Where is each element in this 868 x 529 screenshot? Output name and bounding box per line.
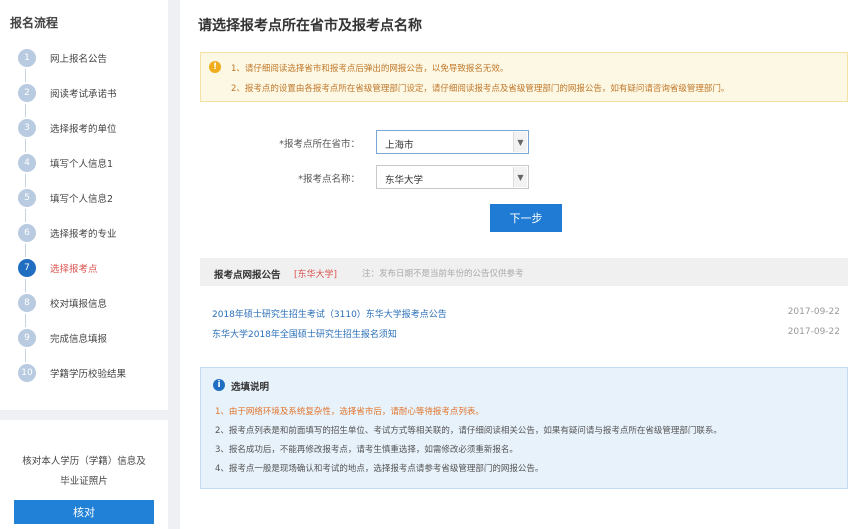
step-label: 阅读考试承诺书 bbox=[50, 88, 117, 100]
step-label: 校对填报信息 bbox=[50, 298, 108, 310]
step-label: 填写个人信息2 bbox=[50, 193, 114, 205]
step-number: 10 bbox=[16, 361, 38, 384]
site-label: *报考点名称： bbox=[298, 174, 360, 185]
step-number: 3 bbox=[16, 116, 38, 139]
step-number: 1 bbox=[16, 46, 38, 69]
step-number: 9 bbox=[16, 326, 38, 349]
notice-box: ! 1、请仔细阅读选择省市和报考点后弹出的网报公告，以免导致报名无效。 2、报考… bbox=[200, 52, 848, 102]
step-item-6[interactable]: 6 选择报考的专业 bbox=[0, 215, 168, 250]
verify-panel: 核对本人学历（学籍）信息及 毕业证照片 核对 bbox=[0, 420, 168, 529]
instruction-line-3: 3、报名成功后，不能再修改报考点，请考生慎重选择，如需修改必须重新报名。 bbox=[215, 445, 518, 455]
announcement-note: 注：发布日期不是当前年份的公告仅供参考 bbox=[362, 269, 524, 279]
main-content: 请选择报考点所在省市及报考点名称 ! 1、请仔细阅读选择省市和报考点后弹出的网报… bbox=[180, 0, 868, 529]
page-title: 请选择报考点所在省市及报考点名称 bbox=[198, 18, 422, 34]
notice-line-1: 1、请仔细阅读选择省市和报考点后弹出的网报公告，以免导致报名无效。 bbox=[231, 64, 509, 74]
site-select-value: 东华大学 bbox=[385, 175, 424, 186]
step-item-4[interactable]: 4 填写个人信息1 bbox=[0, 145, 168, 180]
notice-line-2: 2、报考点的设置由各报考点所在省级管理部门设定，请仔细阅读报考点及省级管理部门的… bbox=[231, 84, 730, 94]
step-number: 8 bbox=[16, 291, 38, 314]
announcement-link[interactable]: 2018年硕士研究生招生考试（3110）东华大学报考点公告 bbox=[212, 307, 447, 320]
announcement-date: 2017-09-22 bbox=[787, 327, 840, 337]
province-select-value: 上海市 bbox=[385, 140, 414, 151]
instruction-line-1: 1、由于网络环境及系统复杂性，选择省市后，请耐心等待报考点列表。 bbox=[215, 407, 484, 417]
verify-text-line-2: 毕业证照片 bbox=[60, 476, 108, 487]
announcement-header: 报考点网报公告 [东华大学] 注：发布日期不是当前年份的公告仅供参考 bbox=[200, 258, 848, 286]
steps-panel: 报名流程 1 网上报名公告 2 阅读考试承诺书 3 选择报考的单位 4 填写个人… bbox=[0, 0, 168, 410]
announcement-link[interactable]: 东华大学2018年全国硕士研究生招生报名须知 bbox=[212, 327, 397, 340]
step-item-2[interactable]: 2 阅读考试承诺书 bbox=[0, 75, 168, 110]
step-item-3[interactable]: 3 选择报考的单位 bbox=[0, 110, 168, 145]
step-number: 2 bbox=[16, 81, 38, 104]
step-label: 学籍学历校验结果 bbox=[50, 368, 127, 380]
sidebar-title: 报名流程 bbox=[10, 16, 59, 30]
announcement-row: 2018年硕士研究生招生考试（3110）东华大学报考点公告 2017-09-22 bbox=[212, 307, 840, 321]
instruction-line-2: 2、报考点列表是和前面填写的招生单位、考试方式等相关联的，请仔细阅读相关公告，如… bbox=[215, 426, 722, 436]
step-number-active: 7 bbox=[16, 256, 38, 279]
step-item-9[interactable]: 9 完成信息填报 bbox=[0, 320, 168, 355]
instructions-box: i 选填说明 1、由于网络环境及系统复杂性，选择省市后，请耐心等待报考点列表。 … bbox=[200, 367, 848, 489]
announcement-site-tag: [东华大学] bbox=[294, 270, 338, 280]
step-label: 填写个人信息1 bbox=[50, 158, 114, 170]
step-number: 6 bbox=[16, 221, 38, 244]
step-number: 5 bbox=[16, 186, 38, 209]
announcement-date: 2017-09-22 bbox=[787, 307, 840, 317]
instructions-title: 选填说明 bbox=[231, 382, 270, 393]
step-label: 网上报名公告 bbox=[50, 53, 108, 65]
step-label: 完成信息填报 bbox=[50, 333, 108, 345]
step-item-7-active[interactable]: 7 选择报考点 bbox=[0, 250, 168, 285]
step-list: 1 网上报名公告 2 阅读考试承诺书 3 选择报考的单位 4 填写个人信息1 5… bbox=[0, 40, 168, 390]
verify-text-line-1: 核对本人学历（学籍）信息及 bbox=[22, 456, 146, 467]
step-label: 选择报考的专业 bbox=[50, 228, 117, 240]
verify-description: 核对本人学历（学籍）信息及 毕业证照片 bbox=[14, 452, 154, 492]
announcement-row: 东华大学2018年全国硕士研究生招生报名须知 2017-09-22 bbox=[212, 327, 840, 341]
warning-icon: ! bbox=[209, 61, 221, 73]
chevron-down-icon: ▼ bbox=[513, 132, 527, 152]
instruction-line-4: 4、报考点一般是现场确认和考试的地点，选择报考点请参考省级管理部门的网报公告。 bbox=[215, 464, 544, 474]
sidebar: 报名流程 1 网上报名公告 2 阅读考试承诺书 3 选择报考的单位 4 填写个人… bbox=[0, 0, 168, 529]
next-step-button[interactable]: 下一步 bbox=[490, 204, 562, 232]
info-icon: i bbox=[213, 379, 225, 391]
step-label: 选择报考的单位 bbox=[50, 123, 117, 135]
province-label: *报考点所在省市： bbox=[279, 139, 360, 150]
chevron-down-icon: ▼ bbox=[513, 167, 527, 187]
announcement-title: 报考点网报公告 bbox=[214, 270, 281, 281]
site-select[interactable]: 东华大学 ▼ bbox=[376, 165, 529, 189]
verify-button[interactable]: 核对 bbox=[14, 500, 154, 524]
step-item-8[interactable]: 8 校对填报信息 bbox=[0, 285, 168, 320]
step-number: 4 bbox=[16, 151, 38, 174]
step-item-10[interactable]: 10 学籍学历校验结果 bbox=[0, 355, 168, 390]
step-item-1[interactable]: 1 网上报名公告 bbox=[0, 40, 168, 75]
step-item-5[interactable]: 5 填写个人信息2 bbox=[0, 180, 168, 215]
province-select[interactable]: 上海市 ▼ bbox=[376, 130, 529, 154]
step-label-active: 选择报考点 bbox=[50, 263, 98, 275]
